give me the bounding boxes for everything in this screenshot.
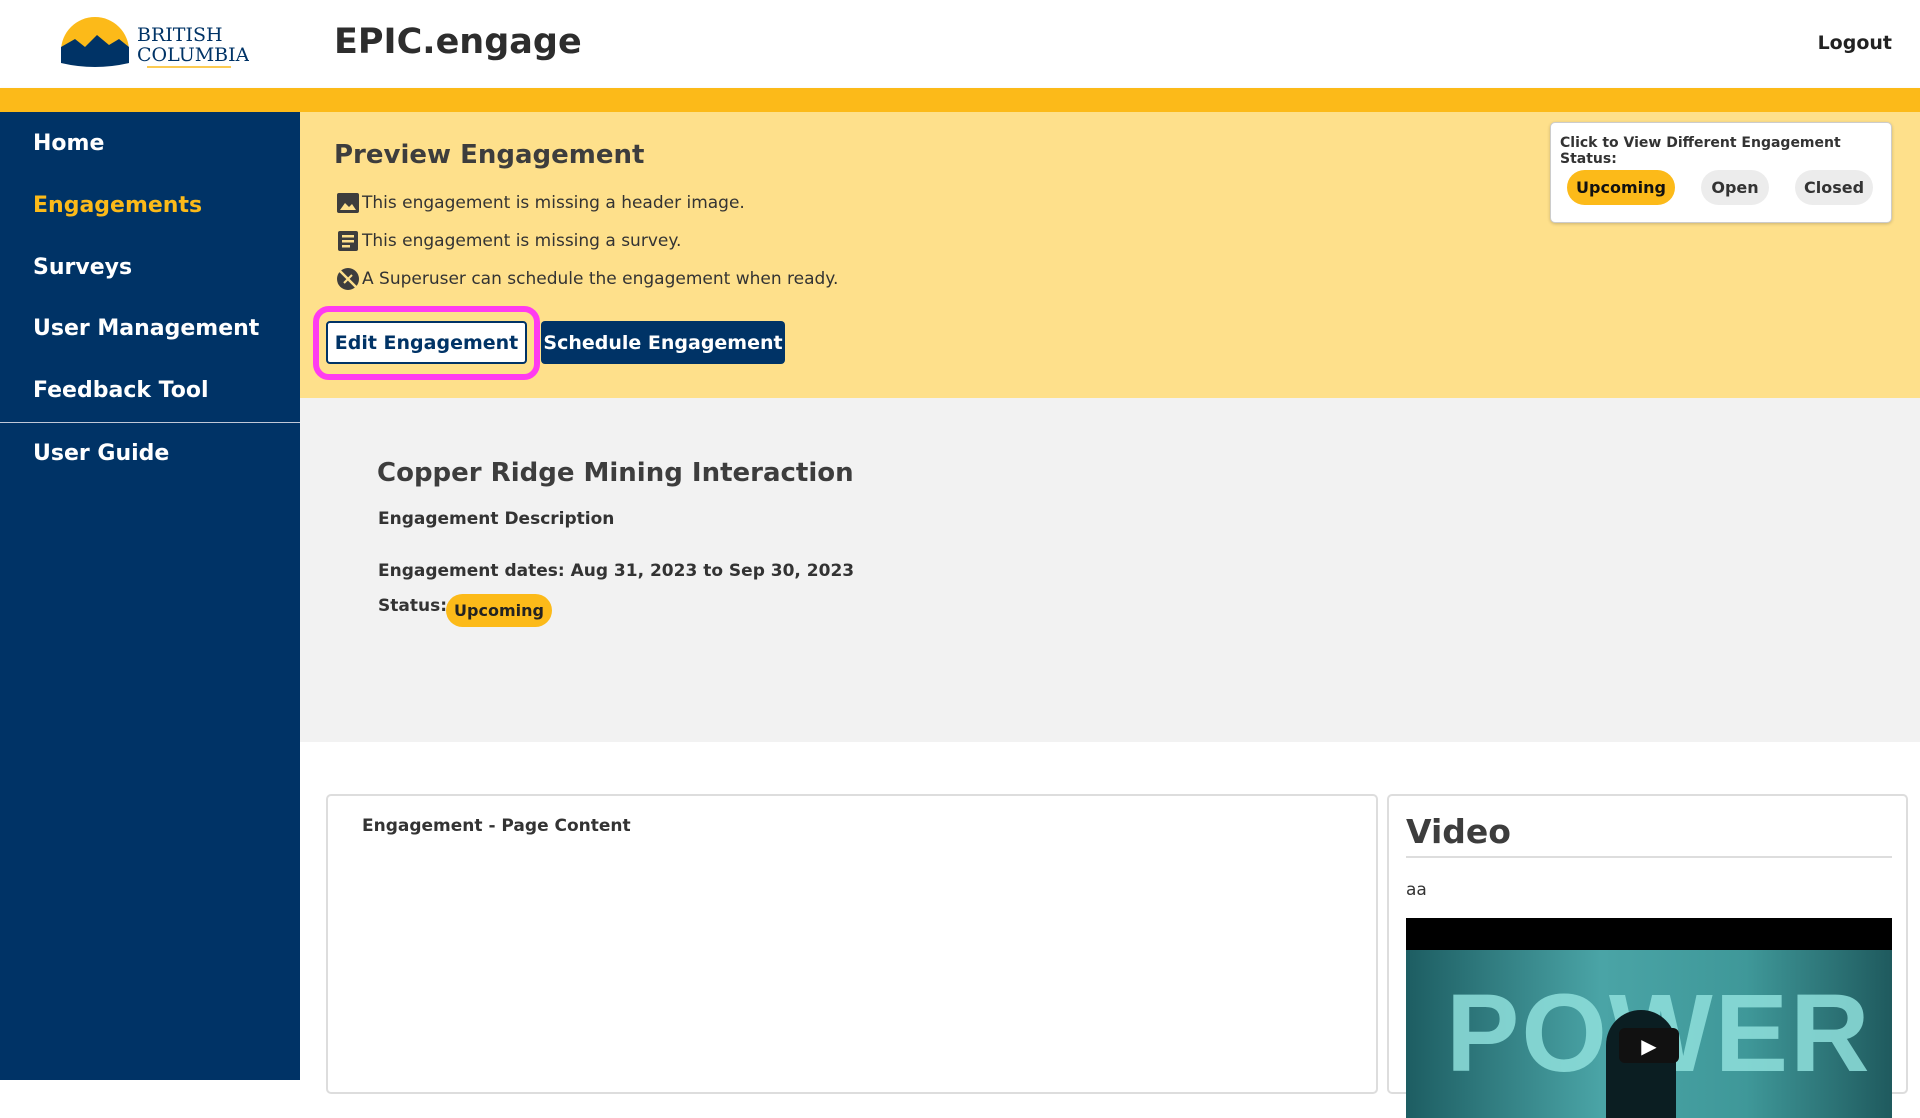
play-icon[interactable]: ▶ bbox=[1619, 1028, 1679, 1063]
engagement-description: Engagement Description bbox=[378, 509, 615, 529]
warning-text: A Superuser can schedule the engagement … bbox=[362, 269, 839, 289]
sidebar: Home Engagements Surveys User Management… bbox=[0, 112, 300, 1080]
sidebar-divider bbox=[0, 422, 300, 423]
engagement-dates: Engagement dates: Aug 31, 2023 to Sep 30… bbox=[378, 561, 855, 581]
schedule-off-icon bbox=[337, 268, 359, 290]
status-chip-upcoming[interactable]: Upcoming bbox=[1567, 170, 1675, 205]
app-title: EPIC.engage bbox=[334, 22, 582, 62]
image-icon bbox=[337, 193, 359, 213]
video-description: aa bbox=[1406, 880, 1427, 900]
warning-survey: This engagement is missing a survey. bbox=[336, 229, 681, 253]
warning-text: This engagement is missing a header imag… bbox=[362, 193, 745, 213]
page-content-title: Engagement - Page Content bbox=[362, 816, 631, 836]
sidebar-item-surveys[interactable]: Surveys bbox=[33, 255, 132, 280]
sidebar-item-user-management[interactable]: User Management bbox=[33, 316, 259, 341]
warning-schedule: A Superuser can schedule the engagement … bbox=[336, 267, 838, 291]
warning-text: This engagement is missing a survey. bbox=[362, 231, 682, 251]
status-switcher-label: Click to View Different Engagement Statu… bbox=[1560, 135, 1841, 167]
survey-icon bbox=[338, 231, 358, 251]
page-content-card: Engagement - Page Content bbox=[326, 794, 1378, 1094]
warning-header-image: This engagement is missing a header imag… bbox=[336, 191, 745, 215]
video-card: Video aa POWER ▶ bbox=[1387, 794, 1908, 1118]
engagement-title: Copper Ridge Mining Interaction bbox=[377, 458, 854, 488]
status-label: Status: bbox=[378, 596, 447, 616]
svg-text:BRITISH: BRITISH bbox=[137, 24, 223, 46]
video-title: Video bbox=[1406, 812, 1511, 851]
sidebar-item-feedback-tool[interactable]: Feedback Tool bbox=[33, 378, 209, 403]
sidebar-item-engagements[interactable]: Engagements bbox=[33, 193, 202, 218]
app-header: BRITISH COLUMBIA EPIC.engage Logout bbox=[0, 0, 1920, 88]
sidebar-item-home[interactable]: Home bbox=[33, 131, 104, 156]
status-chip-closed[interactable]: Closed bbox=[1795, 170, 1873, 205]
video-divider bbox=[1406, 856, 1892, 858]
edit-engagement-button[interactable]: Edit Engagement bbox=[326, 321, 527, 364]
svg-text:COLUMBIA: COLUMBIA bbox=[137, 44, 249, 66]
preview-title: Preview Engagement bbox=[334, 140, 645, 170]
bc-logo[interactable]: BRITISH COLUMBIA bbox=[59, 17, 249, 71]
sidebar-item-user-guide[interactable]: User Guide bbox=[33, 441, 169, 466]
video-player[interactable]: POWER ▶ bbox=[1406, 918, 1892, 1118]
thumbnail-silhouette bbox=[1606, 1010, 1676, 1118]
logout-button[interactable]: Logout bbox=[1818, 32, 1892, 54]
header-accent-bar bbox=[0, 88, 1920, 112]
schedule-engagement-button[interactable]: Schedule Engagement bbox=[541, 321, 785, 364]
status-badge: Upcoming bbox=[446, 594, 552, 627]
status-switcher: Click to View Different Engagement Statu… bbox=[1550, 122, 1892, 223]
status-chip-open[interactable]: Open bbox=[1701, 170, 1769, 205]
